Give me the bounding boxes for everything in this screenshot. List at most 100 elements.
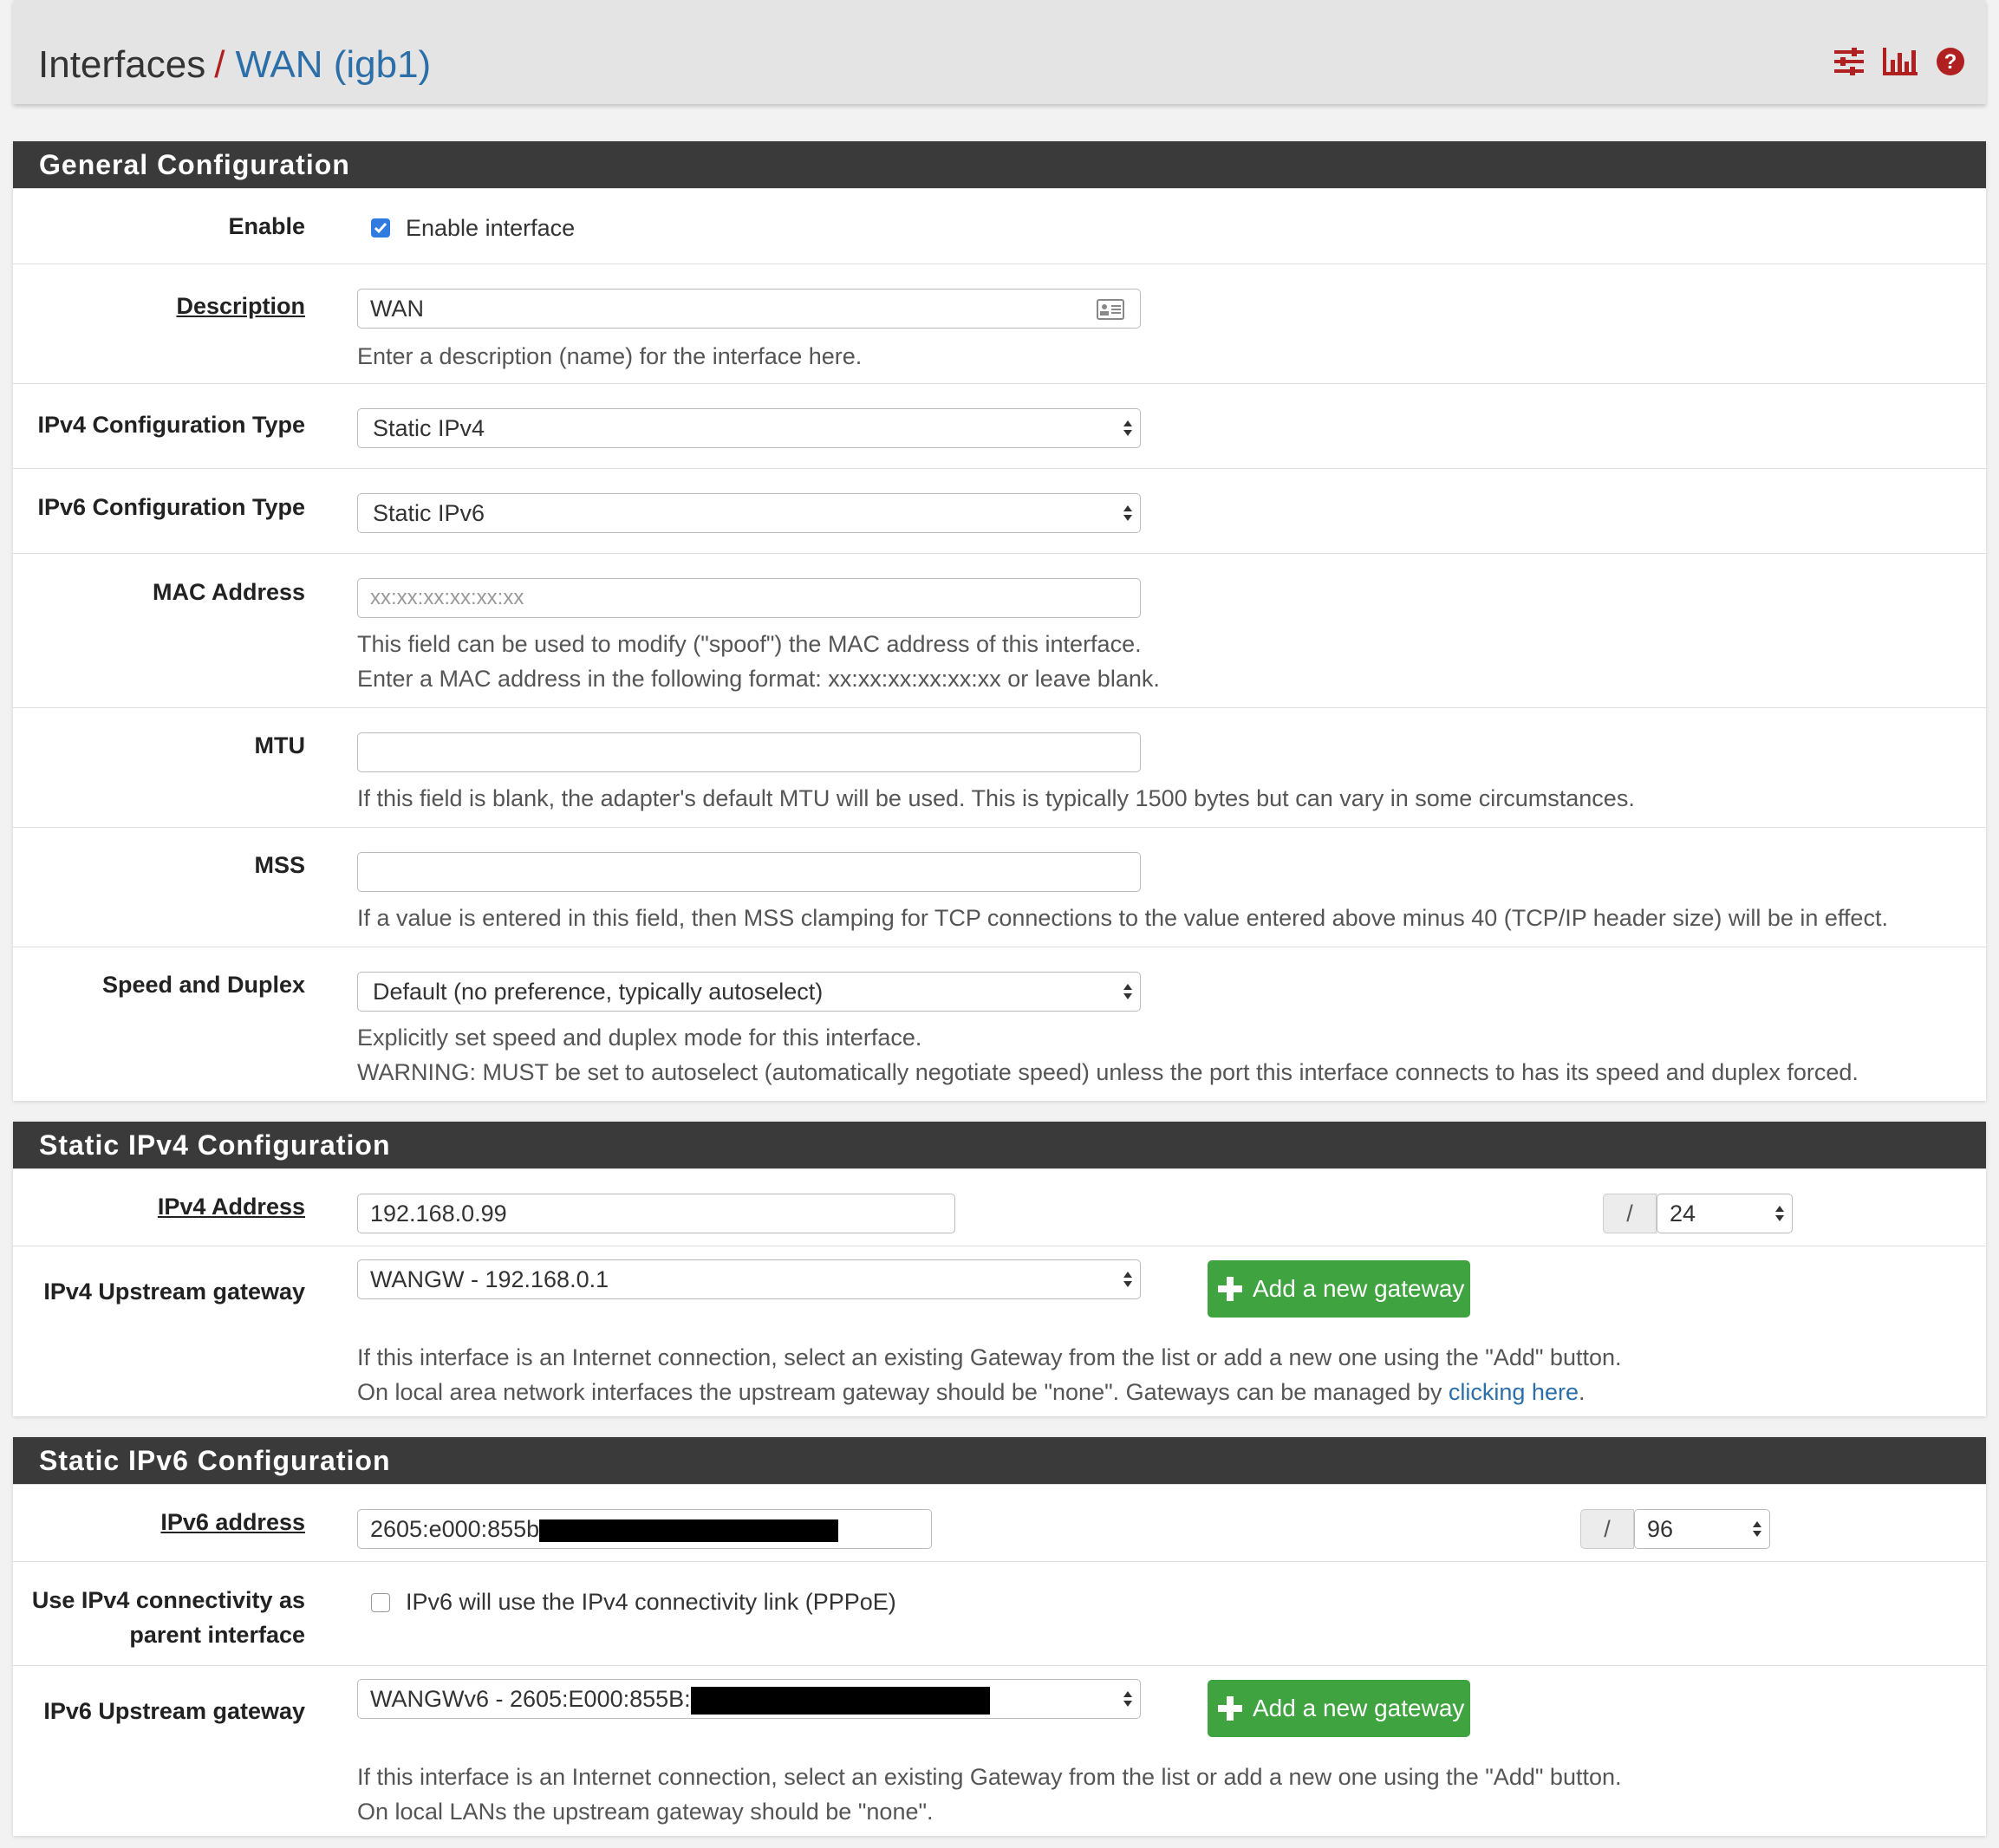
mac-address-help-1: This field can be used to modify ("spoof… xyxy=(357,631,1142,657)
enable-checkbox-label[interactable]: Enable interface xyxy=(406,211,575,245)
ipv4-type-select[interactable]: Static IPv4 xyxy=(357,408,1141,448)
ipv6-prefix-slash: / xyxy=(1580,1509,1634,1549)
description-value: WAN xyxy=(370,296,424,322)
add-gateway-label: Add a new gateway xyxy=(1253,1275,1465,1302)
ipv6-type-select[interactable]: Static IPv6 xyxy=(357,493,1141,533)
ipv4-address-input[interactable]: 192.168.0.99 xyxy=(357,1194,955,1233)
speed-duplex-select[interactable]: Default (no preference, typically autose… xyxy=(357,972,1141,1012)
ipv6-address-value: 2605:e000:855b xyxy=(370,1516,540,1542)
page: Interfaces / WAN (igb1) ? General Config… xyxy=(0,0,1999,1848)
ipv4-parent-label: Use IPv4 connectivity as parent interfac… xyxy=(10,1583,305,1652)
speed-duplex-value: Default (no preference, typically autose… xyxy=(373,979,824,1005)
panel-title: General Configuration xyxy=(13,141,1986,188)
header-icons: ? xyxy=(1834,48,1964,75)
select-arrows-icon xyxy=(1775,1206,1784,1221)
breadcrumb-root[interactable]: Interfaces xyxy=(38,43,205,86)
ipv6-prefix-select[interactable]: 96 xyxy=(1634,1509,1770,1549)
add-ipv4-gateway-button[interactable]: Add a new gateway xyxy=(1208,1260,1470,1318)
ipv4-prefix-slash: / xyxy=(1603,1194,1657,1233)
mss-row: MSS If a value is entered in this field,… xyxy=(13,827,1986,947)
description-row: Description WAN Enter a description (nam… xyxy=(13,264,1986,383)
breadcrumb-current[interactable]: WAN (igb1) xyxy=(235,43,431,86)
ipv4-parent-label-line-1: Use IPv4 connectivity as xyxy=(31,1587,305,1613)
checkmark-icon xyxy=(374,223,387,234)
ipv6-type-label: IPv6 Configuration Type xyxy=(37,494,305,520)
enable-row: Enable Enable interface xyxy=(13,188,1986,264)
select-arrows-icon xyxy=(1123,1691,1132,1707)
panel-title: Static IPv6 Configuration xyxy=(13,1437,1986,1484)
mtu-help: If this field is blank, the adapter's de… xyxy=(357,785,1635,811)
breadcrumb: Interfaces / WAN (igb1) xyxy=(38,40,431,90)
select-arrows-icon xyxy=(1123,505,1132,521)
contact-card-icon xyxy=(1097,299,1124,320)
ipv6-type-row: IPv6 Configuration Type Static IPv6 xyxy=(13,468,1986,553)
ipv4-gateway-help-2: On local area network interfaces the ups… xyxy=(357,1375,1586,1409)
speed-duplex-help-1: Explicitly set speed and duplex mode for… xyxy=(357,1025,922,1051)
help-icon[interactable]: ? xyxy=(1937,48,1964,75)
mac-address-row: MAC Address xx:xx:xx:xx:xx:xx This field… xyxy=(13,553,1986,707)
select-arrows-icon xyxy=(1123,420,1132,436)
mac-address-help-2: Enter a MAC address in the following for… xyxy=(357,666,1160,692)
ipv6-address-label: IPv6 address xyxy=(160,1509,305,1535)
general-configuration-panel: General Configuration Enable Enable inte… xyxy=(13,141,1986,1101)
breadcrumb-bar: Interfaces / WAN (igb1) ? xyxy=(13,0,1986,104)
mtu-row: MTU If this field is blank, the adapter'… xyxy=(13,707,1986,827)
panel-title: Static IPv4 Configuration xyxy=(13,1122,1986,1168)
speed-duplex-row: Speed and Duplex Default (no preference,… xyxy=(13,947,1986,1101)
select-arrows-icon xyxy=(1753,1521,1761,1537)
mss-input[interactable] xyxy=(357,852,1141,892)
redaction-bar xyxy=(539,1519,839,1542)
add-ipv6-gateway-button[interactable]: Add a new gateway xyxy=(1208,1680,1470,1737)
ipv4-gateway-help-2-end: . xyxy=(1578,1379,1586,1405)
ipv6-address-row: IPv6 address 2605:e000:855b / 96 xyxy=(13,1484,1986,1561)
bar-chart-icon[interactable] xyxy=(1883,48,1918,75)
description-label: Description xyxy=(176,293,305,319)
ipv4-address-label: IPv4 Address xyxy=(157,1194,305,1220)
ipv4-parent-label-line-2: parent interface xyxy=(129,1622,305,1648)
description-help: Enter a description (name) for the inter… xyxy=(357,343,863,369)
ipv6-gateway-help-2: On local LANs the upstream gateway shoul… xyxy=(357,1799,934,1825)
mtu-input[interactable] xyxy=(357,732,1141,772)
ipv4-prefix-select[interactable]: 24 xyxy=(1657,1194,1793,1233)
ipv4-type-row: IPv4 Configuration Type Static IPv4 xyxy=(13,383,1986,468)
breadcrumb-separator: / xyxy=(214,43,225,86)
add-gateway-label: Add a new gateway xyxy=(1253,1695,1465,1721)
plus-icon xyxy=(1218,1696,1242,1721)
ipv6-type-value: Static IPv6 xyxy=(373,500,485,526)
plus-icon xyxy=(1218,1277,1242,1301)
ipv4-address-row: IPv4 Address 192.168.0.99 / 24 xyxy=(13,1168,1986,1246)
mss-help: If a value is entered in this field, the… xyxy=(357,905,1888,931)
svg-text:?: ? xyxy=(1944,50,1957,74)
ipv4-gateway-row: IPv4 Upstream gateway WANGW - 192.168.0.… xyxy=(13,1246,1986,1416)
speed-duplex-help-2: WARNING: MUST be set to autoselect (auto… xyxy=(357,1059,1859,1085)
mac-address-label: MAC Address xyxy=(152,579,305,605)
ipv4-parent-checkbox[interactable] xyxy=(371,1593,390,1612)
ipv6-gateway-help-1: If this interface is an Internet connect… xyxy=(357,1764,1622,1790)
ipv4-gateway-help-2-text: On local area network interfaces the ups… xyxy=(357,1379,1449,1405)
enable-label: Enable xyxy=(228,213,305,239)
ipv6-gateway-select[interactable]: WANGWv6 - 2605:E000:855B: xyxy=(357,1679,1141,1719)
ipv4-parent-checkbox-label[interactable]: IPv6 will use the IPv4 connectivity link… xyxy=(406,1584,896,1619)
ipv4-type-label: IPv4 Configuration Type xyxy=(37,412,305,438)
speed-duplex-label: Speed and Duplex xyxy=(101,972,305,998)
ipv6-prefix-value: 96 xyxy=(1647,1516,1674,1542)
ipv4-gateway-select[interactable]: WANGW - 192.168.0.1 xyxy=(357,1259,1141,1299)
ipv4-gateway-value: WANGW - 192.168.0.1 xyxy=(370,1266,609,1292)
ipv4-type-value: Static IPv4 xyxy=(373,415,485,441)
ipv4-gateway-label: IPv4 Upstream gateway xyxy=(43,1279,305,1305)
mac-address-input[interactable]: xx:xx:xx:xx:xx:xx xyxy=(357,578,1141,618)
ipv6-address-input[interactable]: 2605:e000:855b xyxy=(357,1509,932,1549)
static-ipv4-panel: Static IPv4 Configuration IPv4 Address 1… xyxy=(13,1122,1986,1416)
redaction-bar xyxy=(690,1686,990,1715)
sliders-icon[interactable] xyxy=(1834,48,1864,75)
gateways-link[interactable]: clicking here xyxy=(1449,1379,1579,1405)
ipv6-gateway-value: WANGWv6 - 2605:E000:855B: xyxy=(370,1686,691,1712)
select-arrows-icon xyxy=(1123,1272,1132,1287)
select-arrows-icon xyxy=(1123,984,1132,999)
enable-checkbox[interactable] xyxy=(371,218,390,238)
static-ipv6-panel: Static IPv6 Configuration IPv6 address 2… xyxy=(13,1437,1986,1836)
mtu-label: MTU xyxy=(254,732,305,758)
ipv4-prefix-value: 24 xyxy=(1670,1201,1696,1227)
description-input[interactable]: WAN xyxy=(357,289,1141,329)
ipv6-gateway-label: IPv6 Upstream gateway xyxy=(43,1698,305,1724)
